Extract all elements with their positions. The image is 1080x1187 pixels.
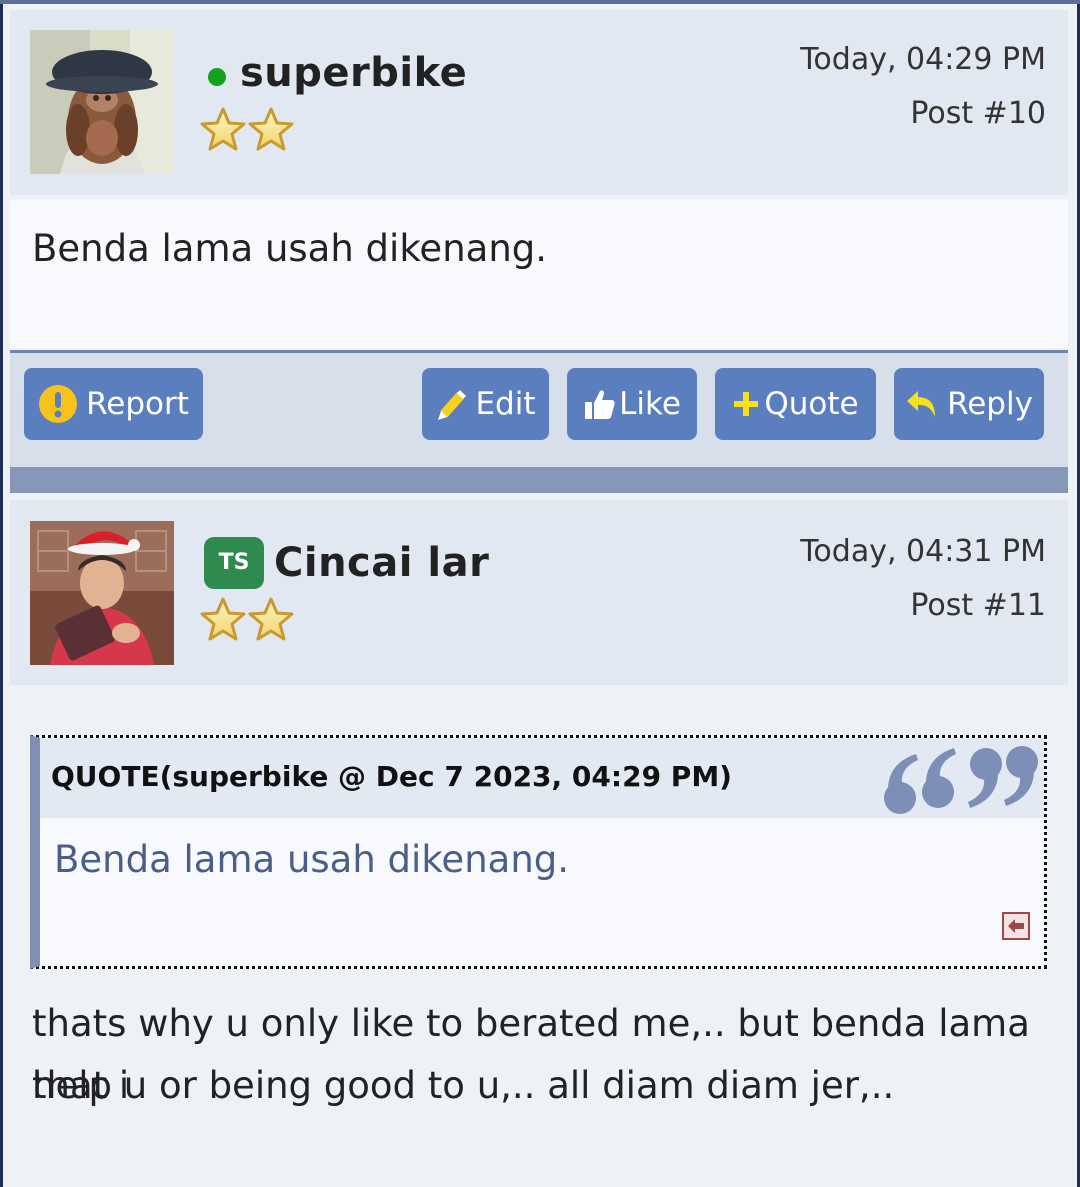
post-header: TS Cincai lar Today, 04:31 PM Post #11 xyxy=(10,500,1068,685)
avatar[interactable] xyxy=(30,30,174,174)
like-label: Like xyxy=(619,386,681,422)
like-button[interactable]: Like xyxy=(567,368,697,440)
post-body: Benda lama usah dikenang. xyxy=(10,200,1068,348)
post-number[interactable]: Post #11 xyxy=(910,588,1046,623)
topic-starter-badge: TS xyxy=(204,537,264,589)
back-arrow-icon[interactable] xyxy=(1002,912,1030,940)
quote-label: Quote xyxy=(764,386,859,422)
pencil-icon xyxy=(435,387,467,421)
rank-stars xyxy=(198,106,298,156)
post-action-bar: Report Edit Like Quote Reply xyxy=(10,350,1068,468)
star-icon xyxy=(200,597,294,641)
quote-button[interactable]: Quote xyxy=(715,368,876,440)
reply-arrow-icon xyxy=(905,389,939,419)
report-button[interactable]: Report xyxy=(24,368,203,440)
quote-marks-icon xyxy=(882,740,1040,818)
top-border xyxy=(0,0,1080,4)
quote-header: QUOTE(superbike @ Dec 7 2023, 04:29 PM) xyxy=(40,738,1044,818)
post-divider xyxy=(10,467,1068,493)
username[interactable]: superbike xyxy=(240,50,467,96)
post-number[interactable]: Post #10 xyxy=(910,96,1046,131)
post-date: Today, 04:31 PM xyxy=(800,534,1046,569)
plus-icon xyxy=(732,390,760,418)
post-text-line-2: help u or being good to u,.. all diam di… xyxy=(32,1064,895,1107)
online-status-dot xyxy=(208,68,226,86)
avatar[interactable] xyxy=(30,521,174,665)
post-date: Today, 04:29 PM xyxy=(800,42,1046,77)
rank-stars xyxy=(198,596,298,646)
reply-button[interactable]: Reply xyxy=(894,368,1044,440)
thumbs-up-icon xyxy=(583,387,617,421)
reply-label: Reply xyxy=(947,386,1033,422)
post-header: superbike Today, 04:29 PM Post #10 xyxy=(10,10,1068,195)
edit-label: Edit xyxy=(475,386,536,422)
post-text: Benda lama usah dikenang. xyxy=(32,227,548,270)
star-icon xyxy=(200,107,294,151)
username[interactable]: Cincai lar xyxy=(274,540,489,586)
edit-button[interactable]: Edit xyxy=(422,368,549,440)
quote-title: QUOTE(superbike @ Dec 7 2023, 04:29 PM) xyxy=(51,760,732,793)
report-label: Report xyxy=(86,386,189,422)
quote-block: QUOTE(superbike @ Dec 7 2023, 04:29 PM) … xyxy=(30,735,1047,969)
alert-icon xyxy=(38,384,78,424)
quote-text: Benda lama usah dikenang. xyxy=(54,838,570,881)
